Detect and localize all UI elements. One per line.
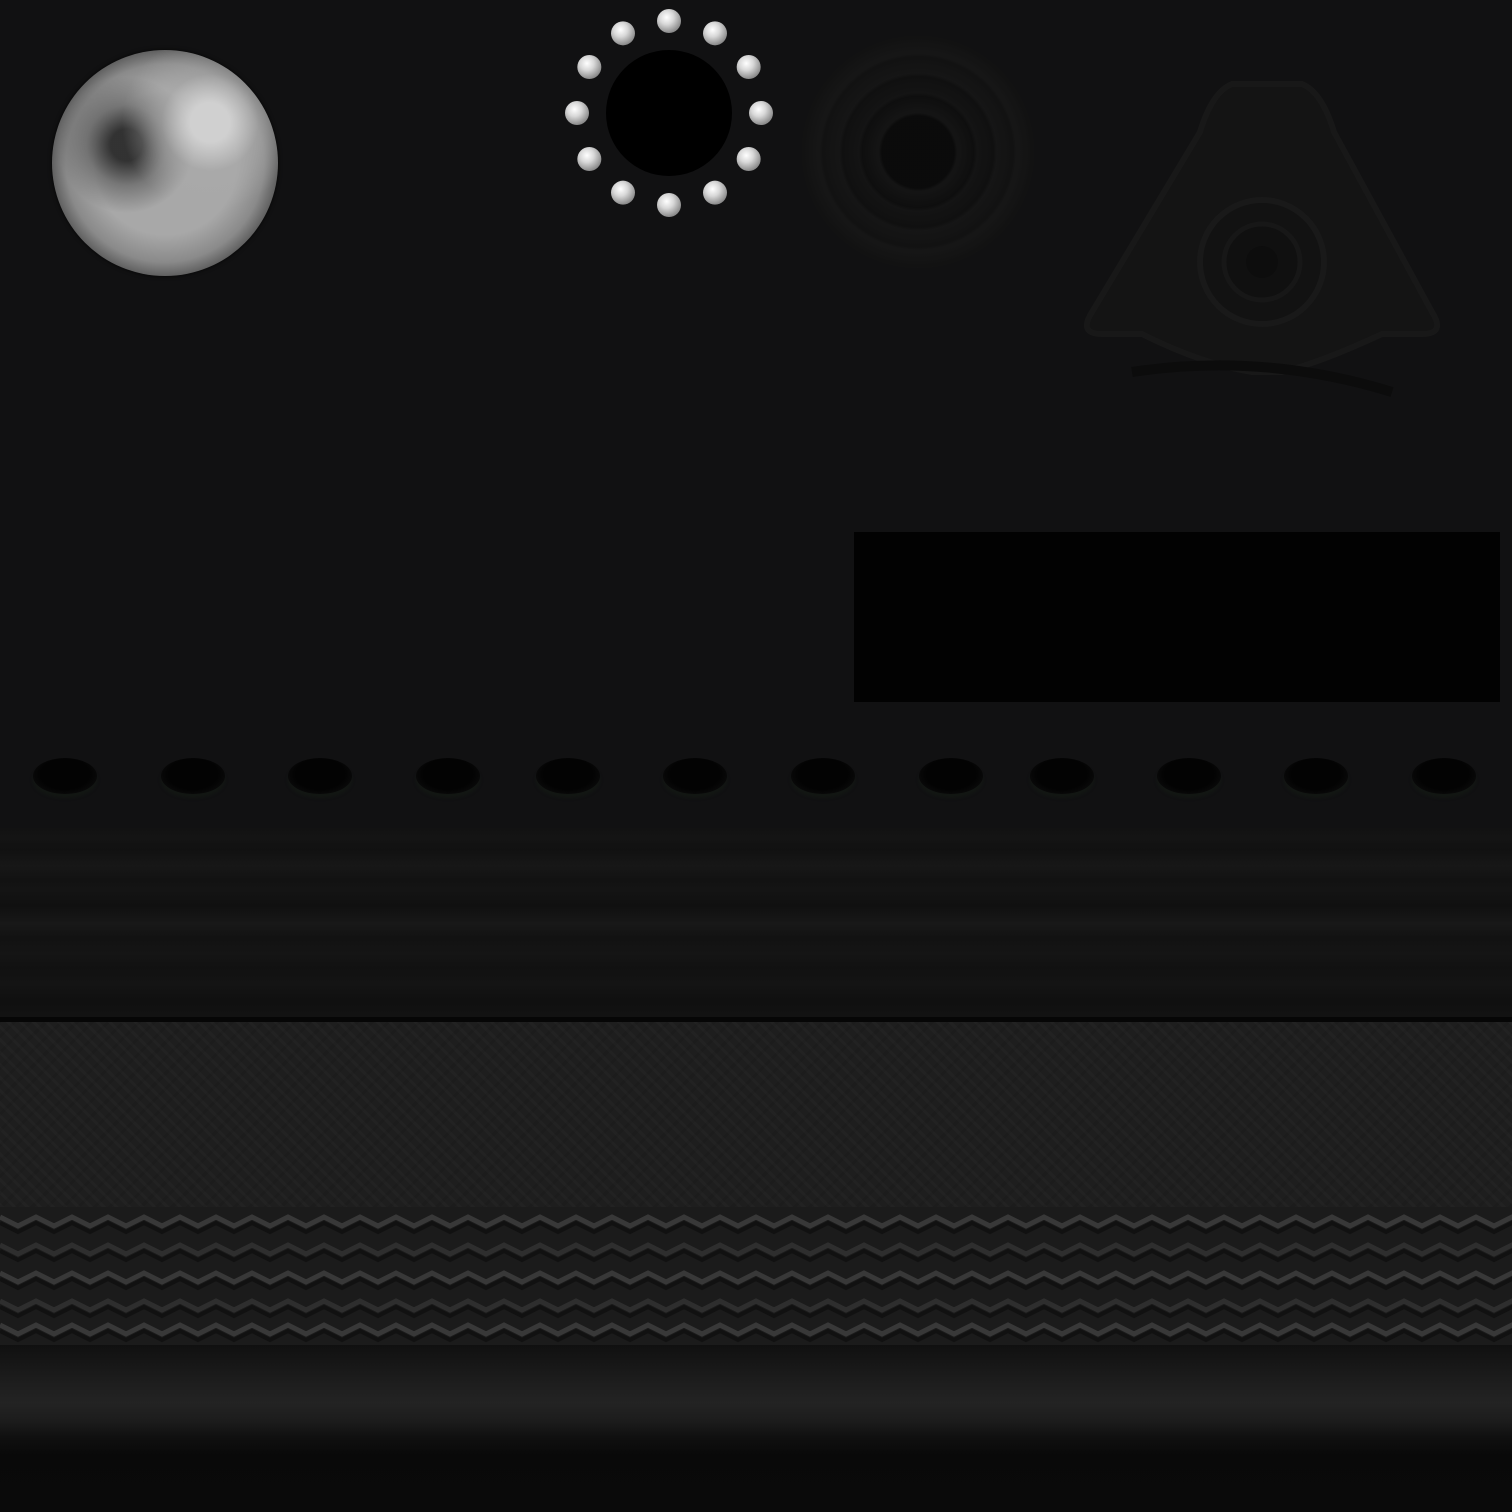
pearl-bead [577,147,602,171]
ring-center-hole [606,50,732,176]
pearl-bead [611,21,635,46]
pearl-bead [703,21,727,46]
pearl-bead [703,180,727,205]
triangle-emblem [1083,81,1441,397]
oval-hole [791,758,855,794]
textured-panel [0,1022,1512,1207]
pearl-bead [736,147,761,171]
rubber-band [0,1345,1512,1512]
ribbed-band [0,828,1512,1018]
chrome-sphere [52,50,278,276]
pearl-bead [657,193,681,217]
oval-hole [1157,758,1221,794]
pearl-bead [657,9,681,33]
pearl-ring [565,9,773,217]
pearl-bead [565,101,589,125]
oval-hole [536,758,600,794]
pearl-bead [749,101,773,125]
oval-hole [416,758,480,794]
pearl-bead [736,55,761,79]
pearl-bead [611,180,635,205]
pearl-bead [577,55,602,79]
oval-hole [1030,758,1094,794]
oval-hole [288,758,352,794]
oval-hole [161,758,225,794]
zigzag-strip [0,1207,1512,1345]
oval-hole [1284,758,1348,794]
oval-hole [663,758,727,794]
black-panel [854,532,1500,702]
oval-hole [1412,758,1476,794]
texture-canvas [0,0,1512,1512]
oval-hole [919,758,983,794]
speaker-grille [802,36,1034,268]
oval-hole [33,758,97,794]
